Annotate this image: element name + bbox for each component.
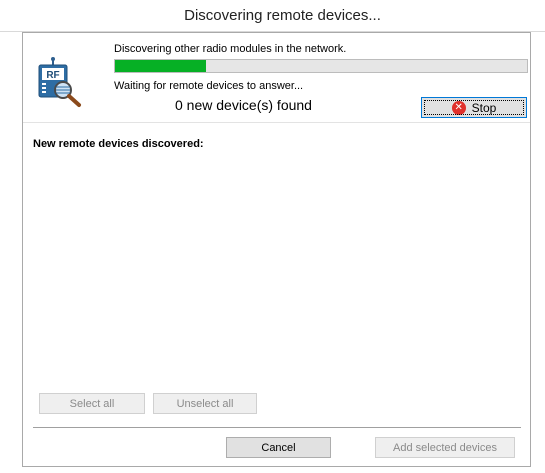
add-selected-devices-button[interactable]: Add selected devices [375, 437, 515, 458]
discovery-dialog: RF Discovering other radio modules in th… [22, 32, 531, 467]
discovery-progress-bar [114, 59, 528, 73]
devices-list-header: New remote devices discovered: [33, 138, 204, 150]
discovering-message: Discovering other radio modules in the n… [114, 43, 347, 55]
title-bar: Discovering remote devices... [0, 0, 545, 32]
select-all-button[interactable]: Select all [39, 393, 145, 414]
rf-label: RF [46, 70, 59, 81]
close-circle-icon: ✕ [451, 100, 466, 115]
waiting-message: Waiting for remote devices to answer... [114, 80, 304, 92]
window-title: Discovering remote devices... [184, 7, 381, 24]
unselect-all-button[interactable]: Unselect all [153, 393, 257, 414]
stop-button-label: Stop [471, 100, 497, 115]
stop-button[interactable]: ✕ Stop [421, 97, 527, 118]
discovered-devices-list[interactable] [31, 155, 522, 385]
cancel-button[interactable]: Cancel [226, 437, 331, 458]
discovery-status-panel: RF Discovering other radio modules in th… [23, 33, 530, 123]
footer-divider [33, 427, 521, 428]
progress-fill [115, 60, 206, 72]
devices-found-count: 0 new device(s) found [175, 97, 312, 113]
rf-module-search-icon: RF [36, 56, 88, 108]
